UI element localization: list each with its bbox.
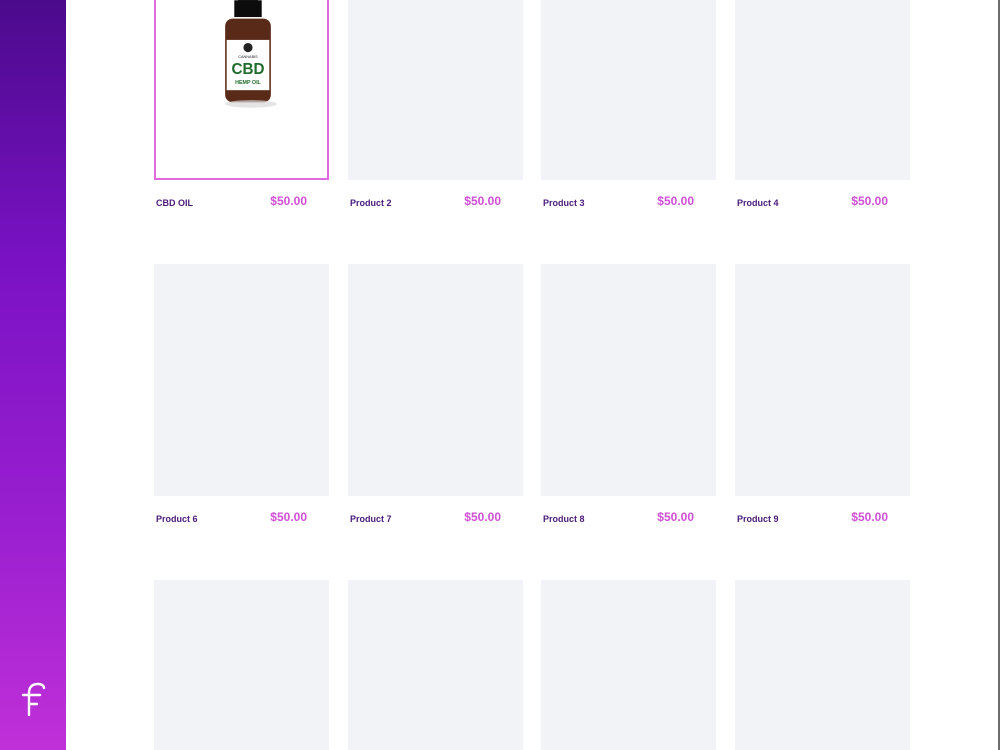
product-meta: Product 8 $50.00: [541, 510, 716, 540]
cbd-bottle-image: CANNABIS CBD HEMP OIL: [225, 0, 277, 108]
product-price: $50.00: [657, 194, 694, 208]
product-meta: Product 2 $50.00: [348, 194, 523, 224]
product-meta: Product 3 $50.00: [541, 194, 716, 224]
product-meta: Product 9 $50.00: [735, 510, 910, 540]
product-card[interactable]: Product 7 $50.00: [348, 264, 523, 540]
product-image-placeholder[interactable]: [735, 0, 910, 180]
product-price: $50.00: [657, 510, 694, 524]
product-name[interactable]: CBD OIL: [156, 198, 193, 208]
bottle-brand: CANNABIS: [238, 55, 258, 59]
product-price: $50.00: [464, 510, 501, 524]
product-price: $50.00: [464, 194, 501, 208]
product-card[interactable]: Product 9 $50.00: [735, 264, 910, 540]
product-image-placeholder[interactable]: [541, 580, 716, 750]
product-card[interactable]: CANNABIS CBD HEMP OIL CBD OIL $50.00: [154, 0, 329, 224]
product-price: $50.00: [270, 194, 307, 208]
product-image[interactable]: CANNABIS CBD HEMP OIL: [154, 0, 329, 180]
product-name[interactable]: Product 7: [350, 514, 392, 524]
product-name[interactable]: Product 2: [350, 198, 392, 208]
product-image-placeholder[interactable]: [348, 0, 523, 180]
product-name[interactable]: Product 4: [737, 198, 779, 208]
product-name[interactable]: Product 6: [156, 514, 198, 524]
product-image-placeholder[interactable]: [154, 264, 329, 496]
product-card[interactable]: Product 4 $50.00: [735, 0, 910, 224]
product-image-placeholder[interactable]: [735, 580, 910, 750]
bottle-subtitle: HEMP OIL: [235, 80, 261, 86]
product-card[interactable]: Product 3 $50.00: [541, 0, 716, 224]
product-name[interactable]: Product 8: [543, 514, 585, 524]
bottle-title: CBD: [232, 61, 265, 78]
product-card[interactable]: [154, 580, 329, 750]
product-name[interactable]: Product 3: [543, 198, 585, 208]
product-price: $50.00: [270, 510, 307, 524]
product-card[interactable]: [541, 580, 716, 750]
f-logo-icon[interactable]: [18, 680, 50, 718]
product-price: $50.00: [851, 194, 888, 208]
product-meta: Product 6 $50.00: [154, 510, 329, 540]
product-image-placeholder[interactable]: [348, 264, 523, 496]
product-card[interactable]: Product 6 $50.00: [154, 264, 329, 540]
product-card[interactable]: Product 2 $50.00: [348, 0, 523, 224]
product-card[interactable]: [735, 580, 910, 750]
product-meta: Product 7 $50.00: [348, 510, 523, 540]
product-name[interactable]: Product 9: [737, 514, 779, 524]
product-card[interactable]: [348, 580, 523, 750]
product-image-placeholder[interactable]: [735, 264, 910, 496]
product-meta: Product 4 $50.00: [735, 194, 910, 224]
product-meta: CBD OIL $50.00: [154, 194, 329, 224]
product-card[interactable]: Product 8 $50.00: [541, 264, 716, 540]
sidebar: [0, 0, 66, 750]
product-grid: CANNABIS CBD HEMP OIL CBD OIL $50.00 Pro…: [154, 0, 914, 750]
product-image-placeholder[interactable]: [541, 0, 716, 180]
product-image-placeholder[interactable]: [154, 580, 329, 750]
product-image-placeholder[interactable]: [348, 580, 523, 750]
product-image-placeholder[interactable]: [541, 264, 716, 496]
product-price: $50.00: [851, 510, 888, 524]
